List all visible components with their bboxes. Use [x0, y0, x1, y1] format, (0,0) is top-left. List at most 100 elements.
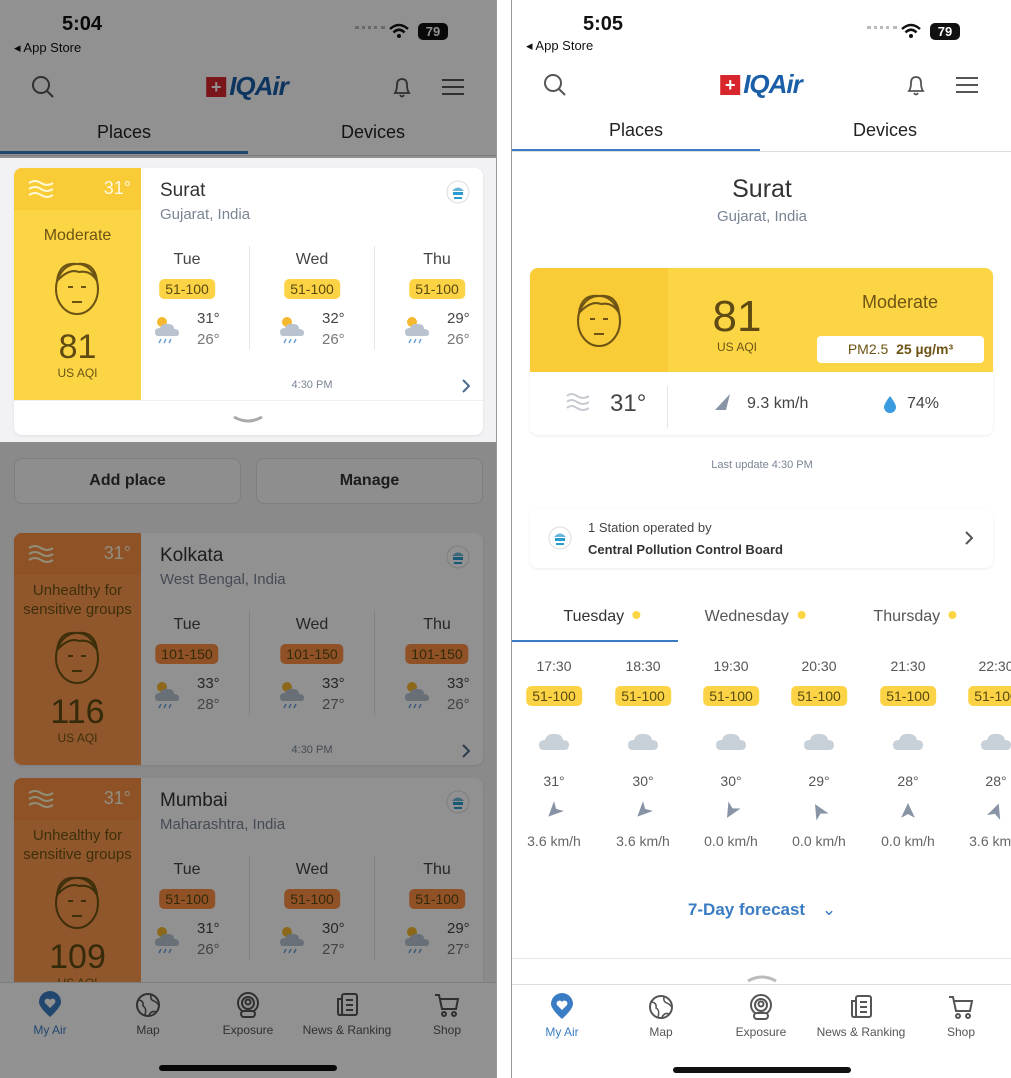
wind-direction-icon	[898, 801, 918, 826]
pollutant-name: PM2.5	[847, 341, 889, 357]
aqi-category: Moderate	[861, 292, 939, 312]
hour-time: 17:30	[536, 658, 572, 674]
station-logo-icon	[446, 180, 470, 209]
section-divider	[512, 958, 1011, 959]
aqi-range-badge: 51-100	[409, 279, 465, 299]
hour-wind-speed: 0.0 km/h	[704, 833, 758, 849]
hour-temp: 28°	[897, 773, 919, 789]
exposure-icon	[711, 993, 811, 1021]
aqi-category: Moderate	[43, 227, 112, 244]
cloud-icon	[803, 728, 835, 757]
home-indicator	[672, 1067, 851, 1073]
hour-time: 20:30	[801, 658, 837, 674]
day-tab-tuesday[interactable]: Tuesday	[563, 608, 641, 626]
heart-pin-icon	[512, 993, 612, 1021]
logo-text: IQAir	[743, 69, 803, 99]
place-region: Gujarat, India	[160, 206, 251, 223]
low-temp: 26°	[322, 331, 345, 348]
chevron-down-icon: ⌄	[821, 900, 837, 919]
tab-devices[interactable]: Devices	[853, 120, 917, 141]
tab-news-ranking[interactable]: News & Ranking	[811, 993, 911, 1039]
tab-label: Map	[649, 1025, 673, 1039]
hour-temp: 29°	[808, 773, 830, 789]
wind-speed: 9.3 km/h	[747, 395, 809, 412]
forecast-day: Tue	[173, 251, 201, 268]
forecast-day: Wed	[295, 251, 329, 268]
battery-indicator: 79	[930, 23, 960, 40]
tab-map[interactable]: Map	[611, 993, 711, 1039]
chevron-right-icon[interactable]	[963, 530, 974, 551]
hour-time: 22:30	[978, 658, 1011, 674]
day-tab-label: Wednesday	[704, 608, 789, 625]
tab-label: Exposure	[735, 1025, 787, 1039]
hour-wind-speed: 3.6 km/h	[616, 833, 670, 849]
aqi-range-badge: 51-100	[615, 686, 671, 706]
low-temp: 26°	[447, 331, 470, 348]
day-tab-label: Tuesday	[563, 608, 625, 625]
dim-overlay-top	[0, 0, 496, 158]
right-phone-screen: 5:05 ◂ App Store 79 + IQAir Places Devices Sura…	[511, 0, 1011, 1078]
forecast-link-label: 7-Day forecast	[687, 900, 806, 919]
place-name: Surat	[160, 180, 206, 201]
day-tab-underline	[512, 640, 678, 642]
humidity: 74%	[907, 395, 940, 412]
wind-direction-icon	[713, 392, 733, 417]
place-card-surat[interactable]: 31° Moderate 81 US AQI Surat Gujarat, India Tu…	[14, 168, 483, 435]
aqi-range-badge: 51-100	[968, 686, 1011, 706]
tab-shop[interactable]: Shop	[911, 993, 1011, 1039]
back-to-app-store[interactable]: ◂ App Store	[526, 38, 593, 54]
day-tab-wednesday[interactable]: Wednesday	[705, 608, 806, 626]
cloud-icon	[627, 728, 659, 757]
aqi-range-badge: 51-100	[526, 686, 582, 706]
news-icon	[811, 993, 911, 1021]
collapse-chevron-up-icon[interactable]	[746, 970, 778, 988]
tab-label: Shop	[946, 1025, 976, 1039]
dim-overlay-bottom	[0, 442, 496, 1078]
status-time: 5:05	[583, 13, 624, 35]
search-icon[interactable]	[542, 72, 568, 103]
cloud-icon	[715, 728, 747, 757]
aqi-value: 81	[58, 328, 97, 366]
left-phone-screen: 5:04 ◂ App Store 79 + IQAir Places Devices 31° M…	[0, 0, 497, 1078]
tabs-bottom-border	[512, 151, 1011, 152]
chevron-right-icon[interactable]	[460, 378, 471, 399]
aqi-range-badge: 51-100	[791, 686, 847, 706]
current-temp: 31°	[610, 390, 647, 417]
day-tab-label: Thursday	[873, 608, 941, 625]
hour-wind-speed: 0.0 km/h	[792, 833, 846, 849]
hour-wind-speed: 0.0 km/h	[881, 833, 935, 849]
cloud-icon	[980, 728, 1011, 757]
menu-icon[interactable]	[954, 73, 980, 102]
city-name: Surat	[732, 175, 792, 203]
hour-wind-speed: 3.6 km/h	[527, 833, 581, 849]
day-tab-thursday[interactable]: Thursday	[873, 608, 957, 626]
hour-temp: 30°	[632, 773, 654, 789]
station-card[interactable]: 1 Station operated by Central Pollution C…	[530, 509, 993, 568]
tab-label: My Air	[545, 1025, 579, 1039]
seven-day-forecast-link[interactable]: 7-Day forecast ⌄	[688, 900, 836, 920]
updated-time: 4:30 PM	[291, 379, 333, 391]
iqair-logo: + IQAir	[720, 69, 803, 100]
back-label: App Store	[535, 38, 594, 53]
tab-places[interactable]: Places	[609, 120, 663, 141]
face-icon	[47, 256, 107, 321]
pollutant-box: PM2.5 25 µg/m³	[817, 336, 984, 363]
hour-temp: 31°	[543, 773, 565, 789]
tab-my-air[interactable]: My Air	[512, 993, 612, 1039]
high-temp: 32°	[322, 310, 345, 327]
tab-exposure[interactable]: Exposure	[711, 993, 811, 1039]
expand-chevron-down-icon[interactable]	[232, 412, 264, 430]
card-divider	[14, 400, 483, 401]
rain-sun-icon	[277, 312, 307, 349]
high-temp: 29°	[447, 310, 470, 327]
forecast-day: Thu	[423, 251, 451, 268]
cart-icon	[911, 993, 1011, 1021]
last-update: Last update 4:30 PM	[711, 459, 813, 471]
station-count: 1 Station operated by	[588, 520, 712, 535]
face-icon	[569, 288, 629, 353]
wind-direction-icon	[809, 801, 829, 826]
hour-temp: 28°	[985, 773, 1007, 789]
station-operator: Central Pollution Control Board	[588, 542, 783, 557]
bell-icon[interactable]	[904, 73, 928, 102]
rain-sun-icon	[402, 312, 432, 349]
